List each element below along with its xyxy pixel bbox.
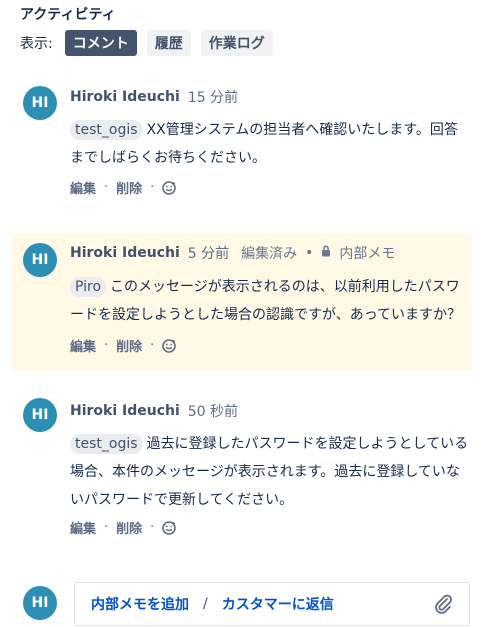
comment-author[interactable]: Hiroki Ideuchi <box>70 89 180 105</box>
filter-comments-button[interactable]: コメント <box>64 30 137 56</box>
delete-button[interactable]: 削除 <box>116 336 142 355</box>
delete-button[interactable]: 削除 <box>116 178 142 197</box>
filter-row: 表示: コメント 履歴 作業ログ <box>20 29 283 57</box>
separator-dot: · <box>104 180 109 195</box>
paperclip-icon[interactable] <box>433 593 453 619</box>
show-label: 表示: <box>20 36 53 52</box>
comment-item-internal: HI Hiroki Ideuchi 5 分前 編集済み • 内部メモ Piro こ… <box>12 233 472 371</box>
mention-tag[interactable]: test_ogis <box>70 434 143 454</box>
comment-body: test_ogis XX管理システムの担当者へ確認いたします。回答までしばらくお待… <box>70 116 470 172</box>
separator-dot: · <box>104 520 109 535</box>
comment-actions: 編集 · 削除 · <box>70 336 177 355</box>
edit-button[interactable]: 編集 <box>70 336 96 355</box>
edit-button[interactable]: 編集 <box>70 518 96 537</box>
comment-time: 15 分前 <box>187 90 239 106</box>
activity-title: アクティビティ <box>20 7 116 23</box>
mention-tag[interactable]: Piro <box>70 277 107 297</box>
comment-body: Piro このメッセージが表示されるのは、以前利用したパスワードを設定しようとした… <box>70 273 470 329</box>
edited-label: 編集済み <box>241 246 298 262</box>
mention-tag[interactable]: test_ogis <box>70 120 143 140</box>
comment-actions: 編集 · 削除 · <box>70 178 177 197</box>
comment-actions: 編集 · 削除 · <box>70 518 177 537</box>
comment-author[interactable]: Hiroki Ideuchi <box>70 403 180 419</box>
comment-meta: 編集済み • 内部メモ <box>241 243 395 263</box>
avatar[interactable]: HI <box>23 398 57 432</box>
separator-dot: · <box>150 180 155 195</box>
comment-item: HI Hiroki Ideuchi 50 秒前 test_ogis 過去に登録した… <box>0 394 500 554</box>
emoji-reaction-icon[interactable] <box>162 180 177 195</box>
reply-separator: / <box>203 596 208 612</box>
internal-note-label: 内部メモ <box>339 246 396 262</box>
delete-button[interactable]: 削除 <box>116 518 142 537</box>
comment-text: このメッセージが表示されるのは、以前利用したパスワードを設定しようとした場合の認… <box>70 279 462 323</box>
comment-body: test_ogis 過去に登録したパスワードを設定しようとしている場合、本件のメッ… <box>70 430 470 514</box>
filter-history-button[interactable]: 履歴 <box>146 30 191 56</box>
avatar[interactable]: HI <box>23 86 57 120</box>
separator-dot: · <box>150 520 155 535</box>
edit-button[interactable]: 編集 <box>70 178 96 197</box>
comment-time: 5 分前 <box>187 246 230 262</box>
reply-to-customer-link[interactable]: カスタマーに返信 <box>222 594 334 614</box>
separator-dot: • <box>305 245 314 261</box>
emoji-reaction-icon[interactable] <box>162 338 177 353</box>
filter-worklog-button[interactable]: 作業ログ <box>200 30 273 56</box>
comment-author[interactable]: Hiroki Ideuchi <box>70 245 180 261</box>
add-internal-note-link[interactable]: 内部メモを追加 <box>91 594 189 614</box>
comment-header: Hiroki Ideuchi 5 分前 編集済み • 内部メモ <box>70 243 395 263</box>
comment-header: Hiroki Ideuchi 50 秒前 <box>70 401 238 421</box>
reply-box[interactable]: 内部メモを追加 / カスタマーに返信 <box>74 582 470 626</box>
comment-header: Hiroki Ideuchi 15 分前 <box>70 87 238 107</box>
comment-item: HI Hiroki Ideuchi 15 分前 test_ogis XX管理システ… <box>0 80 500 210</box>
emoji-reaction-icon[interactable] <box>162 520 177 535</box>
separator-dot: · <box>150 338 155 353</box>
separator-dot: · <box>104 338 109 353</box>
comment-time: 50 秒前 <box>187 404 239 420</box>
avatar[interactable]: HI <box>23 586 57 620</box>
avatar[interactable]: HI <box>23 243 57 277</box>
lock-icon <box>321 245 331 261</box>
